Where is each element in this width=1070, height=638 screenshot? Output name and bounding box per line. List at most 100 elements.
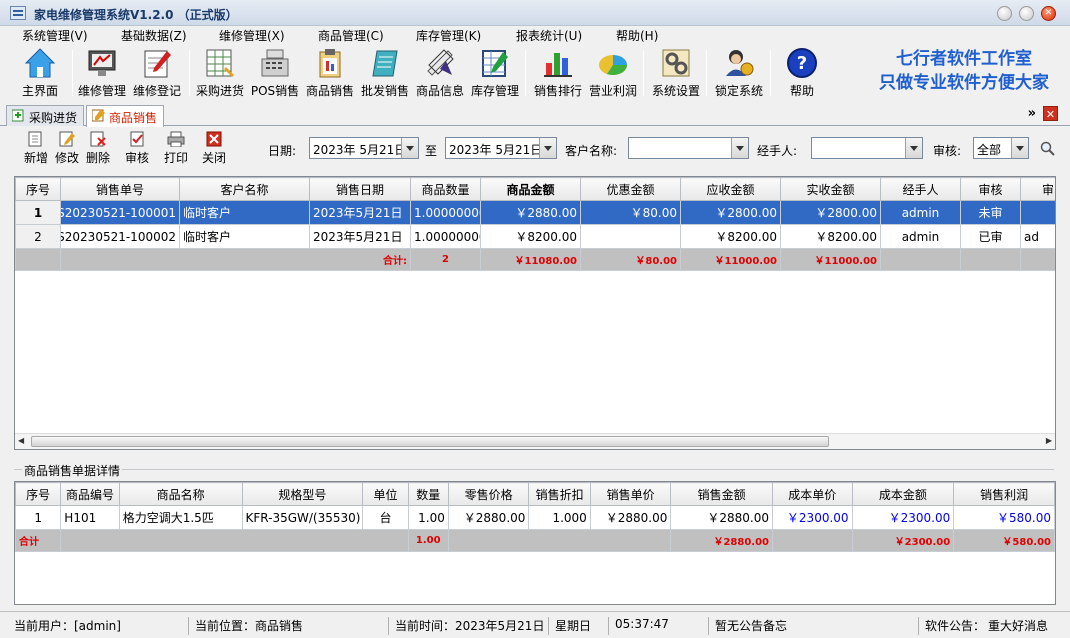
print-button[interactable]: 打印 xyxy=(161,131,191,166)
column-header[interactable]: 规格型号 xyxy=(241,482,364,506)
toolbar-home-button[interactable]: 主界面 xyxy=(11,47,69,99)
column-header[interactable]: 审核 xyxy=(960,177,1021,201)
toolbar-lock-button[interactable]: 锁定系统 xyxy=(710,47,768,99)
sale-amount-cell[interactable]: ￥2880.00 xyxy=(670,505,774,530)
audit-button[interactable]: 审核 xyxy=(122,131,152,166)
toolbar-goods-sale-button[interactable]: 商品销售 xyxy=(301,47,359,99)
scroll-left-icon[interactable]: ◀ xyxy=(18,436,24,445)
cost-amount-cell[interactable]: ￥2300.00 xyxy=(851,505,955,530)
chevron-down-icon[interactable] xyxy=(401,138,418,158)
handler-cell[interactable]: admin xyxy=(880,224,961,249)
toolbar-profit-button[interactable]: 营业利润 xyxy=(584,47,642,99)
menu-repair[interactable]: 维修管理(X) xyxy=(219,27,285,44)
chevron-down-icon[interactable] xyxy=(539,138,556,158)
menu-system[interactable]: 系统管理(V) xyxy=(22,27,88,44)
handler-select[interactable] xyxy=(811,137,923,159)
toolbar-purchase-button[interactable]: 采购进货 xyxy=(191,47,249,99)
new-button[interactable]: 新增 xyxy=(21,131,51,166)
received-cell[interactable]: ￥2800.00 xyxy=(780,200,881,225)
close-window-button[interactable]: ✕ xyxy=(1041,6,1056,21)
audit-filter-select[interactable]: 全部 xyxy=(973,137,1029,159)
menu-help[interactable]: 帮助(H) xyxy=(616,27,658,44)
column-header[interactable]: 数量 xyxy=(407,482,449,506)
column-header[interactable]: 实收金额 xyxy=(780,177,881,201)
quantity-cell[interactable]: 1.00000000 xyxy=(410,224,481,249)
toolbar-register-button[interactable]: 维修登记 xyxy=(128,47,186,99)
chevron-down-icon[interactable] xyxy=(1011,138,1028,158)
profit-cell[interactable]: ￥580.00 xyxy=(953,505,1055,530)
column-header[interactable]: 销售利润 xyxy=(953,482,1055,506)
close-doc-button[interactable]: 关闭 xyxy=(199,131,229,166)
column-header[interactable]: 销售折扣 xyxy=(528,482,591,506)
toolbar-goods-info-button[interactable]: 商品信息 xyxy=(411,47,469,99)
quantity-cell[interactable]: 1.00 xyxy=(407,505,449,530)
column-header[interactable]: 商品数量 xyxy=(410,177,481,201)
column-header[interactable]: 经手人 xyxy=(880,177,961,201)
menu-base-data[interactable]: 基础数据(Z) xyxy=(121,27,187,44)
menu-reports[interactable]: 报表统计(U) xyxy=(516,27,582,44)
goods-name-cell[interactable]: 格力空调大1.5匹 xyxy=(118,505,243,530)
toolbar-inventory-button[interactable]: 库存管理 xyxy=(466,47,524,99)
column-header[interactable]: 应收金额 xyxy=(680,177,781,201)
sale-date-cell[interactable]: 2023年5月21日 xyxy=(309,224,411,249)
spec-model-cell[interactable]: KFR-35GW/(35530) xyxy=(241,505,364,530)
table-row[interactable]: 2 XS20230521-100002 临时客户 2023年5月21日 1.00… xyxy=(15,224,1055,249)
column-header[interactable]: 单位 xyxy=(362,482,409,506)
received-cell[interactable]: ￥8200.00 xyxy=(780,224,881,249)
column-header[interactable]: 销售日期 xyxy=(309,177,411,201)
maximize-button[interactable] xyxy=(1019,6,1034,21)
tab-purchase[interactable]: 采购进货 xyxy=(6,105,85,126)
search-icon[interactable] xyxy=(1040,141,1056,160)
column-header[interactable]: 客户名称 xyxy=(179,177,310,201)
toolbar-pos-button[interactable]: POS销售 xyxy=(246,47,304,99)
discount-rate-cell[interactable]: 1.000 xyxy=(528,505,591,530)
retail-price-cell[interactable]: ￥2880.00 xyxy=(447,505,530,530)
column-header[interactable]: 商品编号 xyxy=(60,482,120,506)
discount-cell[interactable]: ￥80.00 xyxy=(580,200,681,225)
customer-select[interactable] xyxy=(628,137,749,159)
audit-status-cell[interactable]: 未审 xyxy=(960,200,1021,225)
order-number-cell[interactable]: XS20230521-100002 xyxy=(60,224,180,249)
auditor-cell[interactable]: ad xyxy=(1020,224,1055,249)
delete-button[interactable]: 删除 xyxy=(83,131,113,166)
date-to-picker[interactable]: 2023年 5月21日 xyxy=(445,137,557,159)
tab-scroll-icon[interactable]: » xyxy=(1028,106,1036,121)
horizontal-scrollbar[interactable]: ◀ ▶ xyxy=(15,433,1055,449)
column-header[interactable]: 商品名称 xyxy=(118,482,243,506)
receivable-cell[interactable]: ￥2800.00 xyxy=(680,200,781,225)
unit-cell[interactable]: 台 xyxy=(362,505,409,530)
column-header[interactable]: 商品金额 xyxy=(480,177,581,201)
chevron-down-icon[interactable] xyxy=(731,138,748,158)
unit-price-cell[interactable]: ￥2880.00 xyxy=(589,505,672,530)
toolbar-help-button[interactable]: ? 帮助 xyxy=(773,47,831,99)
toolbar-repair-button[interactable]: 维修管理 xyxy=(73,47,131,99)
order-number-cell[interactable]: XS20230521-100001 xyxy=(60,200,180,225)
receivable-cell[interactable]: ￥8200.00 xyxy=(680,224,781,249)
scroll-thumb[interactable] xyxy=(31,436,829,447)
column-header[interactable]: 销售单价 xyxy=(589,482,672,506)
column-header[interactable]: 成本单价 xyxy=(772,482,853,506)
discount-cell[interactable] xyxy=(580,224,681,249)
tab-goods-sale[interactable]: 商品销售 xyxy=(86,105,165,127)
column-header[interactable]: 零售价格 xyxy=(447,482,530,506)
column-header[interactable]: 成本金额 xyxy=(851,482,955,506)
close-tab-button[interactable]: ✕ xyxy=(1043,106,1058,121)
handler-cell[interactable]: admin xyxy=(880,200,961,225)
amount-cell[interactable]: ￥2880.00 xyxy=(480,200,581,225)
menu-inventory[interactable]: 库存管理(K) xyxy=(416,27,481,44)
minimize-button[interactable] xyxy=(997,6,1012,21)
table-row[interactable]: 1 XS20230521-100001 临时客户 2023年5月21日 1.00… xyxy=(15,200,1055,225)
column-header[interactable]: 销售金额 xyxy=(670,482,774,506)
amount-cell[interactable]: ￥8200.00 xyxy=(480,224,581,249)
scroll-right-icon[interactable]: ▶ xyxy=(1046,436,1052,445)
toolbar-wholesale-button[interactable]: 批发销售 xyxy=(356,47,414,99)
edit-button[interactable]: 修改 xyxy=(52,131,82,166)
table-row[interactable]: 1 H101 格力空调大1.5匹 KFR-35GW/(35530) 台 1.00… xyxy=(15,505,1055,530)
column-header[interactable]: 销售单号 xyxy=(60,177,180,201)
column-header[interactable]: 序号 xyxy=(15,482,62,506)
column-header[interactable]: 序号 xyxy=(15,177,61,201)
cost-price-cell[interactable]: ￥2300.00 xyxy=(772,505,853,530)
column-header[interactable]: 审 xyxy=(1020,177,1055,201)
customer-cell[interactable]: 临时客户 xyxy=(179,200,310,225)
menu-goods[interactable]: 商品管理(C) xyxy=(318,27,384,44)
